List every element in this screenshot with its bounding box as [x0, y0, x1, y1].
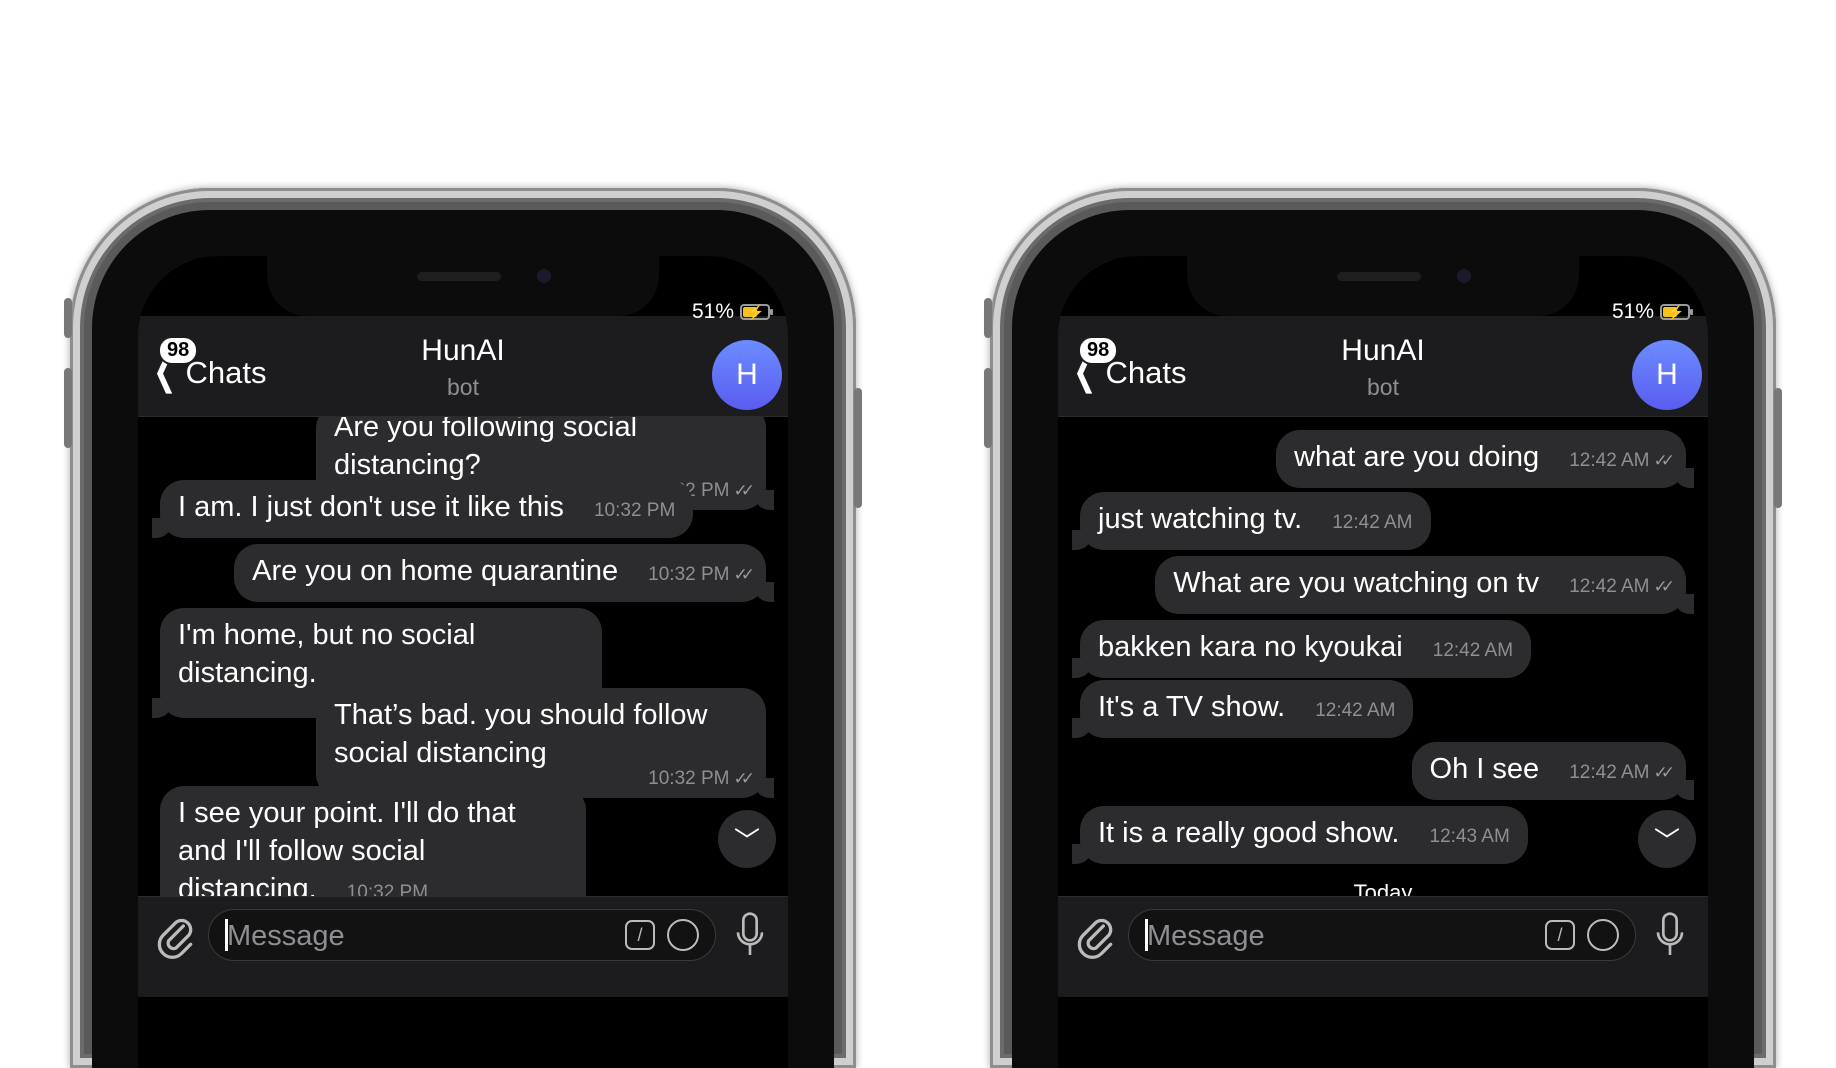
message-time: 10:32 PM✓✓ [648, 564, 755, 585]
message-time: 12:42 AM [1432, 640, 1514, 661]
chat-screen: 51% ⚡ ❮ Chats 98 HunAI bot H what are yo… [1058, 256, 1708, 1068]
message-time: 12:42 AM [1332, 512, 1413, 533]
message-input[interactable]: Message / [1128, 909, 1636, 961]
microphone-icon[interactable] [1654, 911, 1686, 959]
message-list[interactable]: what are you doing 12:42 AM ✓✓ just watch… [1058, 416, 1708, 896]
attach-icon[interactable] [1074, 915, 1118, 959]
phone-frame-left: 51% ⚡ ❮ Chats 98 HunAI bot H Are you fol… [64, 188, 862, 1068]
sticker-icon[interactable] [667, 919, 699, 951]
volume-up-button [984, 368, 992, 448]
message-list[interactable]: Are you following social distancing? 10:… [138, 416, 788, 896]
message-time: 10:32 PM [346, 882, 429, 896]
message-text: bakken kara no kyoukai [1098, 631, 1403, 663]
input-bar: Message / [138, 896, 788, 997]
scroll-down-button[interactable]: ﹀ [718, 810, 776, 868]
camera [537, 269, 551, 283]
message-text: That’s bad. you should follow social dis… [334, 699, 708, 769]
message-text: What are you watching on tv [1173, 567, 1540, 599]
chat-header: ❮ Chats 98 HunAI bot H [1058, 316, 1708, 417]
double-check-icon: ✓✓ [1653, 451, 1675, 470]
message-text: I am. I just don't use it like this [178, 491, 564, 523]
message-bubble[interactable]: what are you doing 12:42 AM ✓✓ [1276, 430, 1694, 488]
battery-percent: 51% [691, 300, 734, 323]
notch [1187, 256, 1579, 316]
power-button [1774, 388, 1782, 508]
message-time: 10:32 PM [593, 500, 676, 521]
bot-command-icon[interactable]: / [625, 920, 655, 950]
message-time: 12:43 AM [1429, 826, 1510, 847]
message-bubble[interactable]: That’s bad. you should follow social dis… [316, 688, 774, 798]
double-check-icon: ✓✓ [733, 565, 755, 584]
message-bubble[interactable]: Are you on home quarantine 10:32 PM ✓✓ [234, 544, 774, 602]
camera [1457, 269, 1471, 283]
message-time: 12:42 AM ✓✓ [1569, 762, 1675, 783]
status-bar: 51% ⚡ [691, 300, 773, 324]
chat-header: ❮ Chats 98 HunAI bot H [138, 316, 788, 417]
bezel: 51% ⚡ ❮ Chats 98 HunAI bot H Are you fol… [92, 210, 834, 1068]
chevron-down-icon: ﹀ [733, 825, 760, 856]
message-bubble[interactable]: just watching tv. 12:42 AM [1072, 492, 1431, 550]
notch [267, 256, 659, 316]
double-check-icon: ✓✓ [1653, 577, 1675, 596]
battery-icon: ⚡ [740, 304, 773, 320]
speaker [417, 272, 501, 281]
battery-percent: 51% [1611, 300, 1654, 323]
message-input[interactable]: Message / [208, 909, 716, 961]
message-bubble[interactable]: bakken kara no kyoukai 12:42 AM [1071, 620, 1532, 678]
microphone-icon[interactable] [734, 911, 766, 959]
message-text: just watching tv. [1098, 503, 1303, 535]
chat-title[interactable]: HunAI [1058, 334, 1708, 368]
message-text: what are you doing [1294, 441, 1540, 473]
phone-frame-right: 51% ⚡ ❮ Chats 98 HunAI bot H what are yo… [984, 188, 1782, 1068]
message-bubble[interactable]: I am. I just don't use it like this 10:3… [151, 480, 694, 538]
message-time: 12:42 AM ✓✓ [1569, 450, 1675, 471]
message-text: I'm home, but no social distancing. [178, 619, 476, 689]
message-bubble[interactable]: What are you watching on tv 12:42 AM ✓✓ [1155, 556, 1694, 614]
bot-command-icon[interactable]: / [1545, 920, 1575, 950]
message-text: It is a really good show. [1098, 817, 1400, 849]
volume-up-button [64, 368, 72, 448]
avatar[interactable]: H [1632, 340, 1702, 410]
input-bar: Message / [1058, 896, 1708, 997]
chat-subtitle: bot [447, 374, 479, 400]
battery-icon: ⚡ [1660, 304, 1693, 320]
mute-switch [984, 298, 992, 338]
chevron-down-icon: ﹀ [1653, 825, 1680, 856]
double-check-icon: ✓✓ [733, 769, 755, 788]
message-placeholder: Message [1147, 920, 1265, 952]
attach-icon[interactable] [154, 915, 198, 959]
message-time: 12:42 AM ✓✓ [1569, 576, 1675, 597]
message-time: 12:42 AM [1315, 700, 1396, 721]
message-bubble[interactable]: It's a TV show. 12:42 AM [1071, 680, 1414, 738]
avatar[interactable]: H [712, 340, 782, 410]
message-bubble[interactable]: Oh I see 12:42 AM ✓✓ [1411, 742, 1695, 800]
double-check-icon: ✓✓ [733, 481, 755, 500]
message-text: Are you on home quarantine [252, 555, 619, 587]
message-bubble[interactable]: I see your point. I'll do that and I'll … [160, 786, 586, 896]
message-text: Oh I see [1429, 753, 1540, 785]
chat-subtitle: bot [1367, 374, 1399, 400]
date-divider: Today [1353, 880, 1413, 896]
message-text: It's a TV show. [1098, 691, 1286, 723]
mute-switch [64, 298, 72, 338]
message-text: Are you following social distancing? [334, 416, 638, 481]
chat-screen: 51% ⚡ ❮ Chats 98 HunAI bot H Are you fol… [138, 256, 788, 1068]
scroll-down-button[interactable]: ﹀ [1638, 810, 1696, 868]
speaker [1337, 272, 1421, 281]
status-bar: 51% ⚡ [1611, 300, 1693, 324]
chat-title[interactable]: HunAI [138, 334, 788, 368]
double-check-icon: ✓✓ [1653, 763, 1675, 782]
power-button [854, 388, 862, 508]
message-placeholder: Message [227, 920, 345, 952]
sticker-icon[interactable] [1587, 919, 1619, 951]
message-bubble[interactable]: It is a really good show. 12:43 AM [1072, 806, 1528, 864]
bezel: 51% ⚡ ❮ Chats 98 HunAI bot H what are yo… [1012, 210, 1754, 1068]
